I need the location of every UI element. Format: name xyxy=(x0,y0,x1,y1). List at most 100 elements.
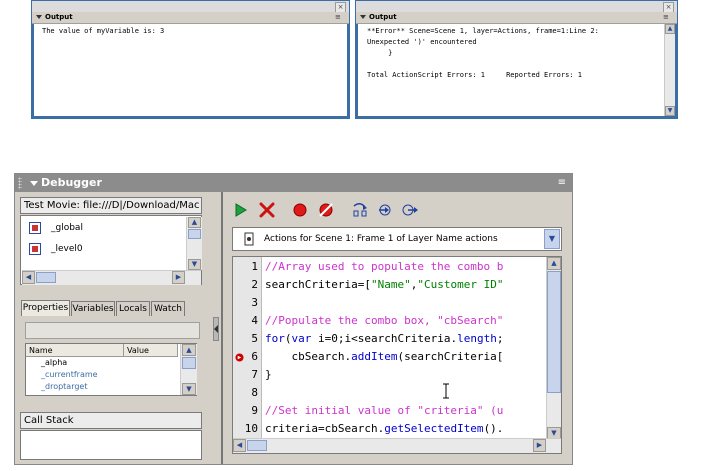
code-token: } xyxy=(265,368,272,381)
column-header-name[interactable]: Name xyxy=(26,344,124,357)
scroll-left-icon[interactable]: ◀ xyxy=(233,439,246,452)
call-stack-list[interactable] xyxy=(20,430,202,460)
text-cursor-icon xyxy=(443,383,449,399)
line-number[interactable]: 6 xyxy=(251,350,258,363)
scroll-up-icon[interactable]: ▲ xyxy=(547,257,561,270)
output-title: Output xyxy=(45,13,73,21)
line-number[interactable]: 7 xyxy=(251,368,258,381)
table-row[interactable]: _currentframe xyxy=(26,369,178,381)
line-number[interactable]: 2 xyxy=(251,278,258,291)
line-number[interactable]: 9 xyxy=(251,404,258,417)
test-movie-label: Test Movie: file:///D|/Download/Mac xyxy=(20,197,202,214)
code-token: ( xyxy=(284,332,292,345)
collapse-triangle-icon[interactable] xyxy=(30,181,38,186)
scroll-thumb[interactable] xyxy=(182,357,196,369)
movieclip-icon xyxy=(29,222,41,234)
step-out-icon[interactable] xyxy=(401,202,419,218)
scroll-thumb[interactable] xyxy=(247,440,267,451)
scroll-left-icon[interactable]: ◀ xyxy=(22,271,35,284)
tab-properties[interactable]: Properties xyxy=(21,300,70,316)
step-in-icon[interactable] xyxy=(376,202,394,218)
scroll-right-icon[interactable]: ▶ xyxy=(172,271,185,284)
chevron-down-icon[interactable]: ▼ xyxy=(544,229,560,249)
scroll-down-icon[interactable]: ▼ xyxy=(182,383,196,395)
scroll-right-icon[interactable]: ▶ xyxy=(533,439,546,452)
line-number[interactable]: 1 xyxy=(251,260,258,273)
code-token: criteria=cbSearch. xyxy=(265,422,385,435)
scroll-thumb[interactable] xyxy=(547,271,561,393)
breakpoint-icon[interactable] xyxy=(235,353,244,362)
properties-grid[interactable]: Name Value _alpha _currentframe _droptar… xyxy=(25,343,197,396)
scroll-thumb[interactable] xyxy=(188,229,201,239)
code-line[interactable]: for(var i=0;i<searchCriteria.length; xyxy=(265,332,503,345)
output-panel-left: × Output ≡ The value of myVariable is: 3 xyxy=(31,0,350,119)
code-token: getSelectedItem xyxy=(384,422,484,435)
code-line[interactable]: searchCriteria=["Name","Customer ID" xyxy=(265,278,503,291)
output-title: Output xyxy=(369,13,397,21)
code-line[interactable]: cbSearch.addItem(searchCriteria[ xyxy=(265,350,503,363)
line-number[interactable]: 10 xyxy=(245,422,258,435)
line-number[interactable]: 8 xyxy=(251,386,258,399)
output-title-bar[interactable]: Output ≡ xyxy=(356,12,677,24)
output-top-bar: × xyxy=(356,1,677,13)
movie-tree[interactable]: _global _level0 ▲ ▼ ◀ ▶ xyxy=(20,215,202,285)
debugger-title: Debugger xyxy=(41,176,102,189)
scroll-up-icon[interactable]: ▲ xyxy=(665,24,675,34)
code-line[interactable]: //Array used to populate the combo b xyxy=(265,260,503,273)
continue-icon[interactable] xyxy=(232,202,250,218)
code-line[interactable]: //Populate the combo box, "cbSearch" xyxy=(265,314,503,327)
remove-breakpoints-icon[interactable] xyxy=(317,202,335,218)
code-token: "Customer ID" xyxy=(417,278,504,291)
output-text-area[interactable]: The value of myVariable is: 3 xyxy=(34,24,347,116)
code-token: (). xyxy=(483,422,504,435)
panel-menu-icon[interactable]: ≡ xyxy=(558,177,566,189)
value-edit-field[interactable] xyxy=(25,322,200,339)
horizontal-scrollbar[interactable]: ◀ ▶ xyxy=(22,270,201,285)
code-editor[interactable]: 1 2 3 4 5 6 7 8 9 10 //Array used to populate the… xyxy=(232,256,562,454)
output-text-area[interactable]: **Error** Scene=Scene 1, layer=Actions, … xyxy=(358,24,675,116)
script-selector[interactable]: Actions for Scene 1: Frame 1 of Layer Na… xyxy=(232,227,562,251)
output-title-bar[interactable]: Output ≡ xyxy=(32,12,349,24)
column-header-value[interactable]: Value xyxy=(124,344,178,357)
stop-debugging-icon[interactable] xyxy=(258,202,276,218)
grip-icon[interactable] xyxy=(18,177,22,189)
script-selector-value: Actions for Scene 1: Frame 1 of Layer Na… xyxy=(264,234,498,244)
tab-locals[interactable]: Locals xyxy=(116,301,150,316)
collapse-triangle-icon[interactable] xyxy=(360,15,366,19)
code-token: ; xyxy=(496,332,504,345)
splitter-handle[interactable] xyxy=(213,317,219,341)
collapse-left-icon[interactable] xyxy=(214,325,218,333)
panel-menu-icon[interactable]: ≡ xyxy=(335,14,344,21)
line-number-gutter[interactable]: 1 2 3 4 5 6 7 8 9 10 xyxy=(233,257,262,453)
line-number[interactable]: 5 xyxy=(251,332,258,345)
collapse-triangle-icon[interactable] xyxy=(36,15,42,19)
debugger-panel: Debugger ≡ Test Movie: file:///D|/Downlo… xyxy=(14,173,573,465)
code-line[interactable]: } xyxy=(265,368,272,381)
table-row[interactable]: _alpha xyxy=(26,357,178,369)
vertical-scrollbar[interactable]: ▲ ▼ xyxy=(180,344,197,395)
debugger-code-pane: Actions for Scene 1: Frame 1 of Layer Na… xyxy=(221,192,572,464)
line-number[interactable]: 3 xyxy=(251,296,258,309)
vertical-scrollbar[interactable]: ▲ ▼ xyxy=(546,257,561,440)
horizontal-scrollbar[interactable]: ◀ ▶ xyxy=(233,438,561,453)
tab-variables[interactable]: Variables xyxy=(71,301,115,316)
step-over-icon[interactable] xyxy=(351,202,369,218)
code-line[interactable]: criteria=cbSearch.getSelectedItem(). xyxy=(265,422,503,435)
scroll-up-icon[interactable]: ▲ xyxy=(182,344,196,356)
output-line: Unexpected ')' encountered xyxy=(367,38,477,46)
line-number[interactable]: 4 xyxy=(251,314,258,327)
scroll-thumb[interactable] xyxy=(36,272,56,283)
vertical-scrollbar[interactable]: ▲ ▼ xyxy=(664,24,675,116)
debugger-left-column: Test Movie: file:///D|/Download/Mac _glo… xyxy=(20,197,202,460)
tab-watch[interactable]: Watch xyxy=(151,301,185,316)
vertical-scrollbar[interactable]: ▲ ▼ xyxy=(186,217,202,270)
table-row[interactable]: _droptarget xyxy=(26,381,178,393)
code-line[interactable]: //Set initial value of "criteria" (u xyxy=(265,404,503,417)
panel-menu-icon[interactable]: ≡ xyxy=(663,14,672,21)
debugger-title-bar[interactable]: Debugger ≡ xyxy=(15,174,572,192)
toggle-breakpoint-icon[interactable] xyxy=(291,202,309,218)
scroll-down-icon[interactable]: ▼ xyxy=(188,259,201,270)
scroll-down-icon[interactable]: ▼ xyxy=(665,106,675,116)
code-token: length xyxy=(457,332,497,345)
scroll-up-icon[interactable]: ▲ xyxy=(188,217,201,228)
